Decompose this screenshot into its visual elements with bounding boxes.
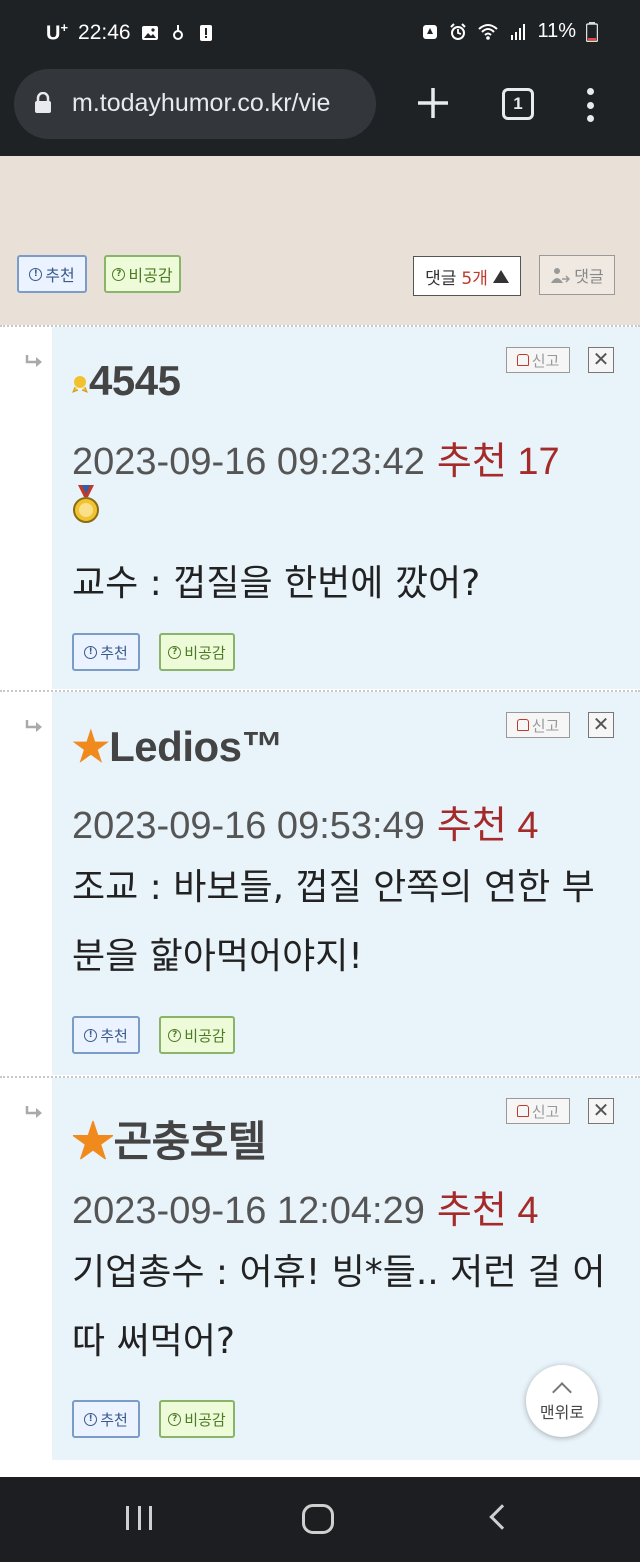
home-button[interactable] — [302, 1504, 334, 1534]
report-button[interactable]: 신고 — [506, 712, 570, 738]
comment-list: 신고 ✕ 4545 2023-09-16 09:23:42 추천 17 교수 : … — [0, 325, 640, 1477]
star-icon: ★ — [72, 1118, 114, 1165]
question-icon: ? — [168, 645, 182, 659]
comment-unlike-button[interactable]: ? 비공감 — [159, 633, 235, 671]
battery-icon — [586, 21, 598, 42]
siren-icon — [516, 354, 529, 366]
url-text: m.todayhumor.co.kr/vie — [72, 89, 331, 117]
back-to-top-button[interactable]: 맨위로 — [526, 1365, 598, 1437]
comment-meta: 2023-09-16 12:04:29 추천 4 — [72, 1179, 538, 1234]
question-icon: ? — [168, 1028, 182, 1042]
comment-datetime: 2023-09-16 09:23:42 — [72, 441, 425, 483]
system-nav-bar — [0, 1477, 640, 1562]
recommend-count: 추천 4 — [436, 1190, 539, 1232]
member-badge-icon — [72, 375, 88, 393]
carrier-label: U+ — [46, 20, 69, 45]
comment-recommend-button[interactable]: ! 추천 — [72, 1016, 140, 1054]
recent-apps-button[interactable] — [126, 1506, 152, 1530]
back-button[interactable] — [489, 1504, 515, 1530]
comment-text: 기업총수 : 어휴! 빙*들.. 저런 걸 어따 써먹어? — [72, 1252, 606, 1362]
post-recommend-button[interactable]: ! 추천 — [17, 255, 87, 293]
post-action-area: ! 추천 ? 비공감 댓글 5개 댓글 — [0, 156, 640, 325]
question-icon: ? — [112, 267, 126, 281]
close-button[interactable]: ✕ — [588, 347, 614, 373]
comments-count: 5개 — [461, 268, 488, 289]
info-icon: ! — [84, 1412, 98, 1426]
comment-item: 신고 ✕ ★Ledios™ 2023-09-16 09:53:49 추천 4 조교… — [0, 692, 640, 1075]
comment-recommend-button[interactable]: ! 추천 — [72, 633, 140, 671]
close-button[interactable]: ✕ — [588, 712, 614, 738]
reply-arrow-icon — [25, 1106, 42, 1118]
battery-percent: 11% — [537, 20, 576, 42]
comment-author[interactable]: ★곤충호텔 — [72, 1108, 267, 1169]
comment-text: 조교 : 바보들, 껍질 안쪽의 연한 부분을 핥아먹어야지! — [72, 867, 595, 977]
siren-icon — [516, 719, 529, 731]
status-bar: U+ 22:46 11% — [0, 0, 640, 68]
question-icon: ? — [168, 1412, 182, 1426]
signal-icon — [511, 23, 526, 40]
comment-text: 교수 : 껍질을 한번에 깠어? — [72, 563, 481, 604]
gallery-icon — [141, 25, 158, 40]
comment-meta: 2023-09-16 09:23:42 추천 17 — [72, 430, 560, 485]
comments-toggle-button[interactable]: 댓글 5개 — [413, 256, 521, 296]
post-unlike-button[interactable]: ? 비공감 — [104, 255, 181, 293]
medal-icon — [73, 485, 99, 523]
recommend-count: 추천 4 — [436, 805, 539, 847]
reply-arrow-icon — [25, 720, 42, 732]
comment-unlike-button[interactable]: ? 비공감 — [159, 1016, 235, 1054]
lock-icon — [35, 92, 51, 113]
address-bar[interactable]: m.todayhumor.co.kr/vie — [14, 69, 376, 139]
triangle-up-icon — [492, 269, 509, 283]
siren-icon — [516, 1105, 529, 1117]
recycle-icon — [423, 24, 438, 39]
write-comment-button[interactable]: 댓글 — [539, 255, 615, 295]
info-icon: ! — [84, 1028, 98, 1042]
comment-datetime: 2023-09-16 12:04:29 — [72, 1190, 425, 1232]
comment-author[interactable]: 4545 — [72, 357, 181, 405]
star-icon: ★ — [72, 723, 110, 770]
more-menu-button[interactable] — [580, 86, 600, 124]
reply-arrow-icon — [25, 355, 42, 367]
tab-switcher-button[interactable]: 1 — [502, 88, 534, 120]
browser-toolbar: m.todayhumor.co.kr/vie 1 — [0, 68, 640, 156]
clock: 22:46 — [78, 20, 131, 44]
close-button[interactable]: ✕ — [588, 1098, 614, 1124]
info-icon: ! — [29, 267, 43, 281]
comment-recommend-button[interactable]: ! 추천 — [72, 1400, 140, 1438]
comment-unlike-button[interactable]: ? 비공감 — [159, 1400, 235, 1438]
report-button[interactable]: 신고 — [506, 347, 570, 373]
new-tab-button[interactable] — [412, 82, 454, 124]
recommend-count: 추천 17 — [436, 441, 560, 483]
comment-author[interactable]: ★Ledios™ — [72, 722, 284, 771]
comment-datetime: 2023-09-16 09:53:49 — [72, 805, 425, 847]
alarm-icon — [450, 22, 467, 40]
comment-item: 신고 ✕ 4545 2023-09-16 09:23:42 추천 17 교수 : … — [0, 327, 640, 689]
comment-meta: 2023-09-16 09:53:49 추천 4 — [72, 794, 538, 849]
report-button[interactable]: 신고 — [506, 1098, 570, 1124]
alert-icon — [199, 24, 212, 41]
person-arrow-icon — [551, 268, 571, 283]
info-icon: ! — [84, 645, 98, 659]
sync-icon — [172, 24, 183, 40]
wifi-icon — [478, 23, 499, 40]
